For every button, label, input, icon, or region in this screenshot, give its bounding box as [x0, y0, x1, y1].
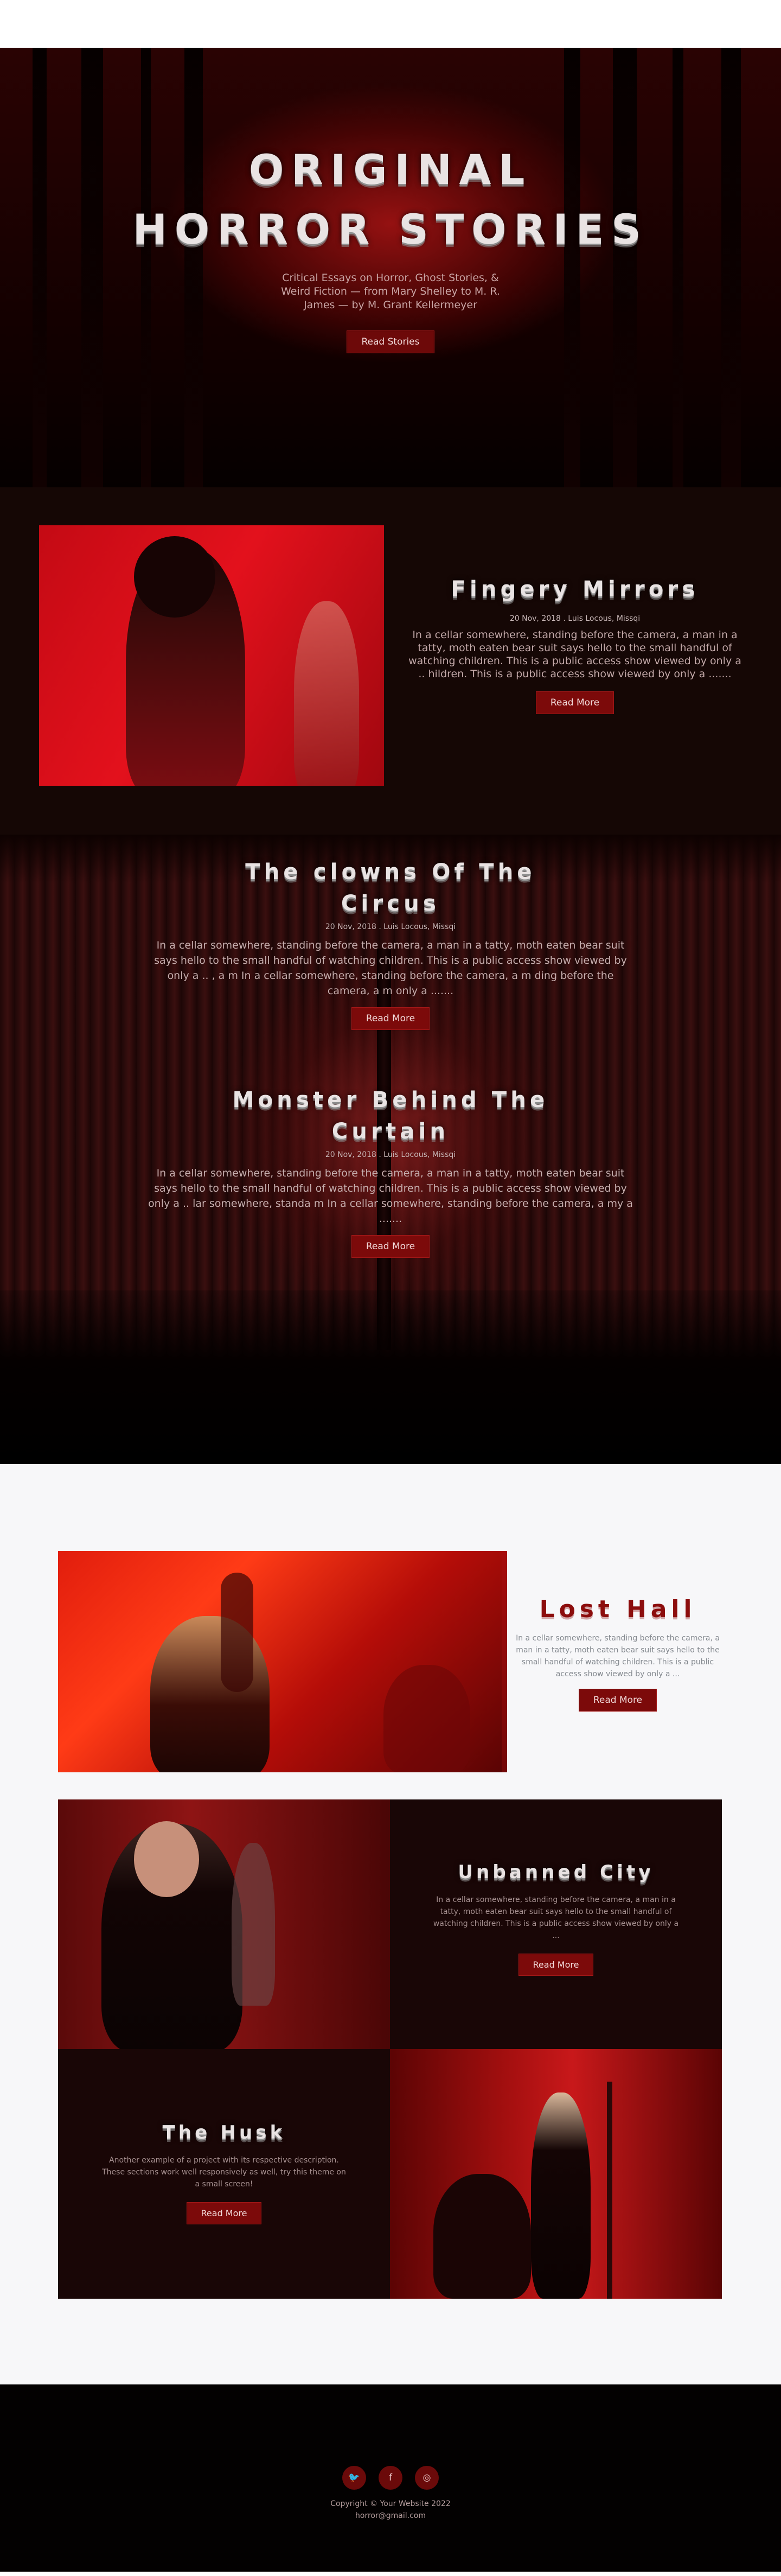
unbanned-city-text: Unbanned City In a cellar somewhere, sta…: [390, 1799, 722, 2049]
post-monster-excerpt: In a cellar somewhere, standing before t…: [148, 1167, 633, 1225]
facebook-icon[interactable]: f: [379, 2466, 402, 2490]
post-clowns-excerpt: In a cellar somewhere, standing before t…: [154, 939, 627, 997]
footer: 🐦 f ◎ Copyright © Your Website 2022 horr…: [0, 2384, 781, 2572]
hero-title: ORIGINAL HORROR STORIES: [132, 145, 649, 253]
featured-article-text: Fingery Mirrors 20 Nov, 2018 . Luis Loco…: [407, 574, 743, 714]
the-husk-read-more-button[interactable]: Read More: [186, 2202, 262, 2224]
post-monster-read-more-button[interactable]: Read More: [351, 1235, 430, 1258]
curtain-section: The clowns Of The Circus 20 Nov, 2018 . …: [0, 835, 781, 1464]
lost-hall-image: [58, 1551, 502, 1772]
the-husk-title: The Husk: [162, 2122, 286, 2144]
copyright-text: Copyright © Your Website 2022: [330, 2499, 451, 2508]
post-clowns-read-more-button[interactable]: Read More: [351, 1007, 430, 1030]
github-icon[interactable]: ◎: [415, 2466, 439, 2490]
post-monster-title: Monster Behind The Curtain: [232, 1087, 549, 1144]
the-husk-text: The Husk Another example of a project wi…: [58, 2049, 390, 2299]
lost-hall-excerpt: In a cellar somewhere, standing before t…: [516, 1634, 720, 1678]
featured-article-meta: 20 Nov, 2018 . Luis Locous, Missqi: [509, 614, 641, 623]
featured-article: Fingery Mirrors 20 Nov, 2018 . Luis Loco…: [0, 487, 781, 835]
post-monster-meta: 20 Nov, 2018 . Luis Locous, Missqi: [325, 1150, 456, 1159]
featured-article-image: [39, 525, 384, 786]
read-stories-button[interactable]: Read Stories: [347, 330, 434, 353]
post-clowns-title: The clowns Of The Circus: [245, 860, 536, 916]
unbanned-city-image: [58, 1799, 390, 2049]
unbanned-city-excerpt: In a cellar somewhere, standing before t…: [433, 1896, 679, 1940]
top-bar: [0, 0, 781, 48]
lost-hall-text: Lost Hall In a cellar somewhere, standin…: [514, 1594, 722, 1712]
contact-email[interactable]: horror@gmail.com: [0, 2511, 781, 2520]
post-clowns-meta: 20 Nov, 2018 . Luis Locous, Missqi: [325, 923, 456, 931]
featured-article-title: Fingery Mirrors: [451, 577, 699, 602]
hero-subtitle: Critical Essays on Horror, Ghost Stories…: [281, 272, 500, 311]
lost-hall-card: Lost Hall In a cellar somewhere, standin…: [58, 1551, 722, 1772]
hero-content: ORIGINAL HORROR STORIES Critical Essays …: [0, 140, 781, 353]
lost-hall-title: Lost Hall: [539, 1595, 696, 1623]
featured-article-excerpt: In a cellar somewhere, standing before t…: [408, 629, 741, 680]
unbanned-city-read-more-button[interactable]: Read More: [518, 1954, 594, 1976]
the-husk-image: [390, 2049, 722, 2299]
social-links: 🐦 f ◎: [0, 2466, 781, 2490]
hero-section: ORIGINAL HORROR STORIES Critical Essays …: [0, 48, 781, 487]
the-husk-excerpt: Another example of a project with its re…: [102, 2156, 346, 2189]
featured-read-more-button[interactable]: Read More: [535, 691, 614, 714]
post-monster: Monster Behind The Curtain 20 Nov, 2018 …: [146, 1084, 635, 1258]
project-grid: Unbanned City In a cellar somewhere, sta…: [58, 1799, 722, 2299]
projects-section: Lost Hall In a cellar somewhere, standin…: [0, 1464, 781, 2384]
post-clowns: The clowns Of The Circus 20 Nov, 2018 . …: [146, 856, 635, 1030]
twitter-icon[interactable]: 🐦: [342, 2466, 366, 2490]
unbanned-city-title: Unbanned City: [458, 1861, 654, 1883]
lost-hall-read-more-button[interactable]: Read More: [578, 1689, 657, 1712]
